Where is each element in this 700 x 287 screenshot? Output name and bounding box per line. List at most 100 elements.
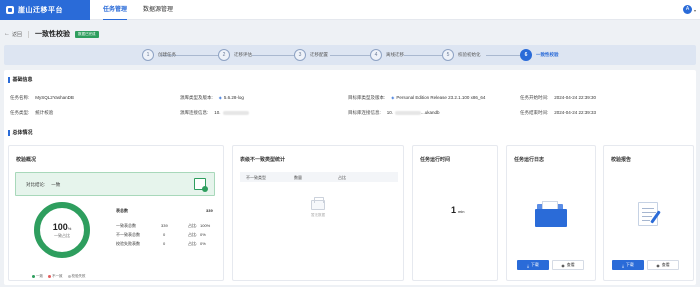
- step-create-task[interactable]: 1 创建任务: [142, 49, 176, 61]
- step-connector: [486, 55, 522, 56]
- run-time-value: 1 min: [451, 205, 464, 215]
- info-value-suffix: ...ukandb: [421, 110, 440, 115]
- info-value: Personal Edition Release 23.2.1.100 x86_…: [396, 95, 486, 100]
- stats-label: 校验失败表数: [116, 241, 140, 246]
- section-title-text: 基础信息: [12, 77, 33, 83]
- folder-icon: [533, 200, 569, 230]
- stats-row: 校验失败表数 0 占比: 0%: [116, 241, 216, 250]
- column-header: 不一致类型: [246, 175, 266, 180]
- card-title: 任务运行日志: [514, 157, 545, 163]
- legend-dot: [48, 274, 51, 278]
- step-number: 6: [520, 49, 532, 61]
- report-line: [642, 208, 654, 209]
- eye-icon: ◉: [656, 262, 660, 268]
- step-connector: [404, 55, 442, 56]
- stats-ratio: 100%: [200, 223, 211, 228]
- stats-ratio-label: 占比:: [188, 223, 198, 228]
- legend-label: 校验失败: [71, 274, 86, 278]
- card-title: 校验概况: [16, 157, 37, 163]
- report-download-button[interactable]: ⤓ 下载: [612, 260, 644, 270]
- step-check-init[interactable]: 5 校验初始化: [442, 49, 481, 61]
- nav-tab-datasource-management[interactable]: 数据源管理: [143, 0, 173, 20]
- log-view-button[interactable]: ◉ 查看: [552, 260, 584, 270]
- stats-value: 0: [163, 241, 166, 246]
- empty-inbox-icon: [311, 197, 325, 210]
- brand[interactable]: 崖山迁移平台: [0, 0, 90, 20]
- download-icon: ⤓: [622, 262, 624, 268]
- steps-bar: 1 创建任务 2 迁移评估 3 迁移配置 4 离线迁移 5 校验初始化 6 一致…: [4, 45, 696, 65]
- donut-chart: 100% 一致占比: [32, 200, 92, 260]
- empty-text: 暂无数据: [311, 213, 325, 217]
- divider: [28, 30, 30, 38]
- info-label: 任务名称:: [10, 95, 30, 100]
- info-label: 任务结束时间:: [520, 110, 549, 115]
- step-label: 校验初始化: [458, 52, 481, 57]
- info-value: 5.6.28-log: [223, 95, 244, 100]
- legend-item: 校验失败: [67, 274, 86, 279]
- step-migration-config[interactable]: 3 迁移配置: [294, 49, 328, 61]
- stats-label: 表总数: [116, 208, 128, 213]
- step-connector: [252, 55, 294, 56]
- report-line: [642, 216, 652, 217]
- database-icon: ◈: [391, 95, 395, 100]
- step-label: 离线迁移: [386, 52, 404, 57]
- nav-tab-task-management[interactable]: 任务管理: [103, 0, 128, 20]
- legend-item: 不一致: [48, 274, 63, 279]
- donut-percent-value: 100: [52, 221, 68, 232]
- log-download-button[interactable]: ⤓ 下载: [517, 260, 549, 270]
- section-bar: [8, 76, 10, 83]
- back-label: 返回: [12, 31, 23, 38]
- stats-ratio-label: 占比:: [188, 232, 198, 237]
- legend-dot: [67, 274, 71, 278]
- info-target-conn: 目标库连接信息: 10. ...ukandb: [348, 110, 440, 116]
- stats-label: 一致表总数: [116, 223, 136, 228]
- back-button[interactable]: ← 返回: [4, 31, 22, 38]
- step-offline-migration[interactable]: 4 离线迁移: [370, 49, 404, 61]
- report-view-button[interactable]: ◉ 查看: [647, 260, 679, 270]
- info-value: 2024-04-24 22:39:33: [554, 110, 597, 115]
- button-label: 查看: [661, 262, 670, 267]
- stats-value: 339: [206, 208, 213, 213]
- page-header: ← 返回 一致性校验 数据已完成: [0, 27, 700, 41]
- info-value: 统计校验: [35, 110, 54, 115]
- download-icon: ⤓: [527, 262, 529, 268]
- status-badge: 数据已完成: [75, 30, 99, 38]
- report-line: [642, 212, 656, 213]
- info-task-name: 任务名称: MySQL2YashanDB: [10, 95, 74, 101]
- donut-center: 100% 一致占比: [32, 200, 92, 260]
- avatar[interactable]: A: [683, 5, 692, 14]
- folder-front: [535, 209, 567, 227]
- info-label: 源库类型及版本:: [180, 95, 213, 100]
- legend-label: 一致: [36, 274, 43, 278]
- step-number: 4: [370, 49, 382, 61]
- logo-icon: [6, 6, 14, 14]
- step-number: 5: [442, 49, 454, 61]
- section-bar: [8, 129, 10, 136]
- donut-legend: 一致 不一致 校验失败: [32, 274, 86, 279]
- card-title: 校验报告: [611, 157, 632, 163]
- section-title-text: 总体情况: [12, 130, 33, 136]
- button-label: 下载: [625, 262, 634, 267]
- stats-ratio: 0%: [200, 241, 206, 246]
- step-consistency-check[interactable]: 6 一致性校验: [520, 49, 559, 61]
- step-connector: [330, 55, 370, 56]
- info-label: 目标库类型及版本:: [348, 95, 386, 100]
- stats-label: 不一致表总数: [116, 232, 140, 237]
- stats-value: 0: [163, 232, 166, 237]
- info-end-time: 任务结束时间: 2024-04-24 22:39:33: [520, 110, 596, 116]
- chevron-down-icon[interactable]: ▾: [694, 8, 696, 13]
- step-migration-assessment[interactable]: 2 迁移评估: [218, 49, 252, 61]
- step-number: 3: [294, 49, 306, 61]
- stats-row: 不一致表总数 0 占比: 0%: [116, 232, 216, 241]
- step-label: 创建任务: [158, 52, 176, 57]
- info-label: 源库连接信息:: [180, 110, 209, 115]
- info-value: MySQL2YashanDB: [35, 95, 74, 100]
- eye-icon: ◉: [561, 262, 565, 268]
- step-label: 迁移评估: [234, 52, 252, 57]
- section-title-overview: 总体情况: [8, 129, 33, 136]
- conclusion-value: 一致: [51, 182, 61, 187]
- button-label: 查看: [566, 262, 575, 267]
- donut-percent: 100%: [53, 222, 72, 232]
- database-icon: ◈: [218, 95, 222, 100]
- app-title: 崖山迁移平台: [18, 7, 63, 14]
